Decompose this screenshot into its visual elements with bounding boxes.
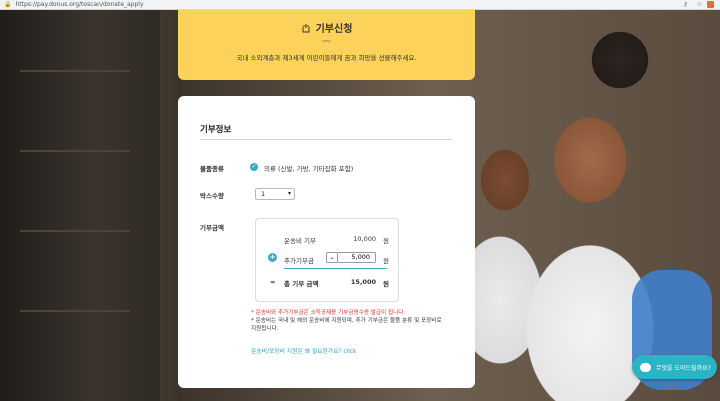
banner-subtitle: 국내 소외계층과 제3세계 어린이들에게 꿈과 희망을 선물해주세요.	[236, 54, 417, 62]
section-title: 기부정보	[200, 125, 232, 135]
page-title: 기부신청	[315, 24, 353, 35]
key-icon[interactable]: ⚷	[683, 1, 687, 8]
divider	[200, 139, 452, 140]
extension-icon[interactable]	[707, 1, 714, 8]
chat-bubble-icon	[640, 359, 651, 372]
note-shipping-cont: 지원됩니다.	[251, 326, 279, 332]
box-count-value: 1	[261, 190, 266, 198]
shipping-amount: 10,000	[353, 235, 376, 243]
star-icon[interactable]: ☆	[697, 1, 702, 8]
extra-label: 추가기부금	[284, 257, 314, 265]
check-icon[interactable]: ✓	[250, 163, 258, 171]
chevron-down-icon: ▾	[287, 190, 291, 197]
item-type-option[interactable]: 의류 (신발, 가방, 기타잡화 포함)	[264, 163, 353, 173]
chat-button[interactable]: 무엇을 도와드릴까요?	[632, 355, 717, 379]
plus-icon: +	[268, 253, 277, 262]
wave-divider: 〰	[322, 37, 331, 46]
donation-form-card: 기부정보 물품종류 ✓ 의류 (신발, 가방, 기타잡화 포함) 박스수량 1 …	[178, 96, 475, 388]
background-door	[0, 10, 160, 401]
notes: * 운송비와 추가기부금은 소득공제용 기부금영수증 발급이 됩니다. * 운송…	[251, 309, 451, 333]
total-amount: 15,000	[350, 278, 376, 286]
amount-summary-box: 운송비 기부 10,000 원 + 추가기부금 ⌄ 5,000 원 = 총 기부…	[255, 218, 399, 302]
lock-icon: 🔒	[4, 1, 12, 8]
note-receipt: * 운송비와 추가기부금은 소득공제용 기부금영수증 발급이 됩니다.	[251, 310, 406, 316]
amount-label: 기부금액	[200, 224, 224, 232]
box-count-label: 박스수량	[200, 192, 224, 200]
won-unit: 원	[383, 237, 389, 245]
won-unit: 원	[383, 280, 389, 288]
hand-heart-icon	[302, 23, 310, 32]
chevron-down-icon: ⌄	[329, 254, 335, 261]
url-text[interactable]: https://pay.donus.org/toscan/donate_appl…	[15, 1, 143, 8]
shipping-label: 운송비 기부	[284, 237, 316, 245]
browser-address-bar[interactable]: 🔒 https://pay.donus.org/toscan/donate_ap…	[0, 0, 720, 10]
divider-line	[284, 268, 387, 269]
extra-amount-dropdown[interactable]: ⌄	[326, 252, 338, 263]
why-shipping-link[interactable]: 운송비/포장비 지원은 왜 필요한가요? click	[251, 346, 356, 355]
extra-amount-input[interactable]: 5,000	[338, 252, 376, 263]
donation-banner: 기부신청 〰 국내 소외계층과 제3세계 어린이들에게 꿈과 희망을 선물해주세…	[178, 10, 475, 80]
note-shipping: * 운송비는 국내 및 해외 운송비에 지원되며, 추가 기부금은 물품 분류 …	[251, 318, 442, 324]
item-type-label: 물품종류	[200, 165, 224, 173]
chat-label: 무엇을 도와드릴까요?	[656, 364, 711, 372]
total-label: 총 기부 금액	[284, 280, 319, 288]
equals-sign: =	[270, 278, 276, 286]
won-unit: 원	[383, 257, 389, 265]
box-count-select[interactable]: 1 ▾	[255, 188, 295, 200]
